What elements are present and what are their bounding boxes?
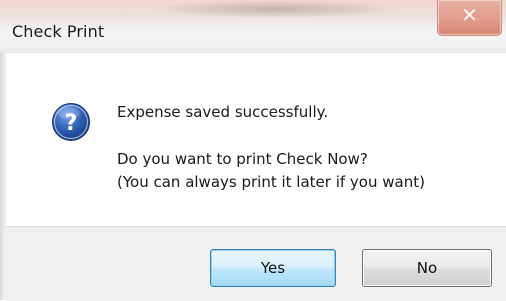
window-title: Check Print bbox=[12, 22, 105, 41]
message-line-hint: (You can always print it later if you wa… bbox=[117, 173, 425, 191]
question-icon: ? bbox=[51, 102, 91, 142]
no-button[interactable]: No bbox=[362, 249, 492, 287]
button-bar: Yes No bbox=[6, 226, 506, 301]
close-icon: ✕ bbox=[461, 3, 478, 27]
close-button[interactable]: ✕ bbox=[437, 0, 502, 36]
svg-text:?: ? bbox=[65, 111, 78, 136]
title-bar[interactable]: Check Print ✕ bbox=[0, 0, 506, 53]
yes-button[interactable]: Yes bbox=[210, 249, 336, 287]
message-dialog: Check Print ✕ ? Expense saved successful… bbox=[0, 0, 506, 301]
message-line-question: Do you want to print Check Now? bbox=[117, 150, 368, 168]
message-line-saved: Expense saved successfully. bbox=[117, 103, 329, 121]
